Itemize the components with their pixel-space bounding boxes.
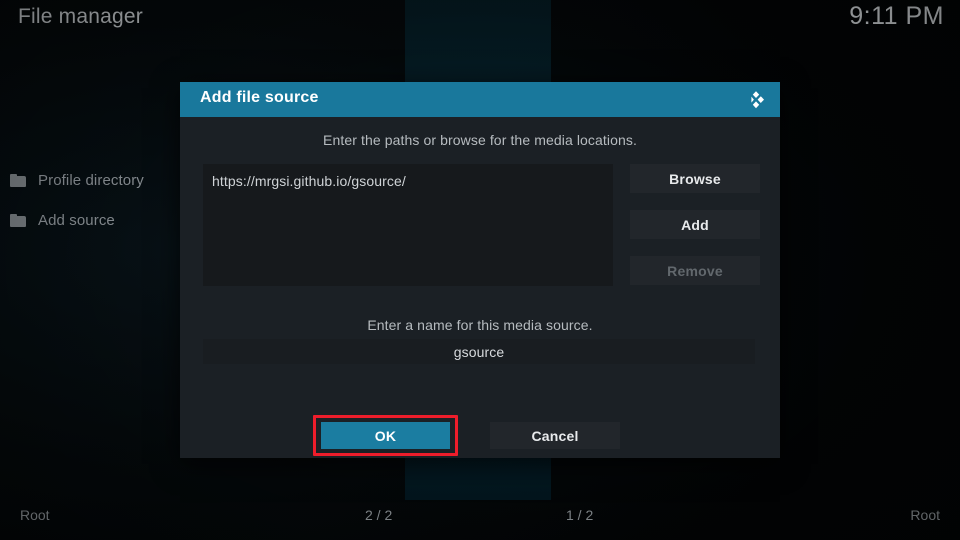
path-list-item[interactable]: https://mrgsi.github.io/gsource/ — [212, 173, 406, 189]
status-left-count: 2 / 2 — [365, 507, 393, 523]
browse-button[interactable]: Browse — [630, 164, 760, 193]
kodi-file-manager-screen: File manager 9:11 PM Profile directory A… — [0, 0, 960, 540]
ok-button[interactable]: OK — [321, 422, 450, 449]
folder-icon — [10, 213, 26, 227]
add-button[interactable]: Add — [630, 210, 760, 239]
source-name-input[interactable]: gsource — [203, 339, 755, 364]
top-bar: File manager 9:11 PM — [0, 0, 960, 52]
dialog-title-bar: Add file source — [180, 82, 780, 117]
status-right-count: 1 / 2 — [566, 507, 594, 523]
list-item-label: Profile directory — [38, 171, 144, 189]
page-title: File manager — [18, 5, 143, 28]
clock-label: 9:11 PM — [849, 2, 944, 30]
add-file-source-dialog: Add file source Enter the paths or brows… — [180, 82, 780, 458]
list-item-add-source[interactable]: Add source — [0, 200, 200, 240]
name-hint-label: Enter a name for this media source. — [367, 317, 593, 333]
dialog-title: Add file source — [200, 89, 319, 106]
status-right-path: Root — [910, 507, 940, 523]
folder-icon — [10, 173, 26, 187]
remove-button: Remove — [630, 256, 760, 285]
kodi-logo-icon — [751, 91, 764, 109]
source-name-value: gsource — [453, 343, 505, 360]
dialog-body: Enter the paths or browse for the media … — [180, 117, 780, 458]
list-item-profile-directory[interactable]: Profile directory — [0, 160, 200, 200]
path-list-box[interactable]: https://mrgsi.github.io/gsource/ — [203, 164, 613, 286]
cancel-button[interactable]: Cancel — [490, 422, 620, 449]
paths-hint-label: Enter the paths or browse for the media … — [323, 132, 637, 148]
list-item-label: Add source — [38, 211, 115, 229]
status-left-path: Root — [20, 507, 50, 523]
status-bar: Root 2 / 2 1 / 2 Root — [0, 496, 960, 540]
file-list-left: Profile directory Add source — [0, 160, 200, 240]
